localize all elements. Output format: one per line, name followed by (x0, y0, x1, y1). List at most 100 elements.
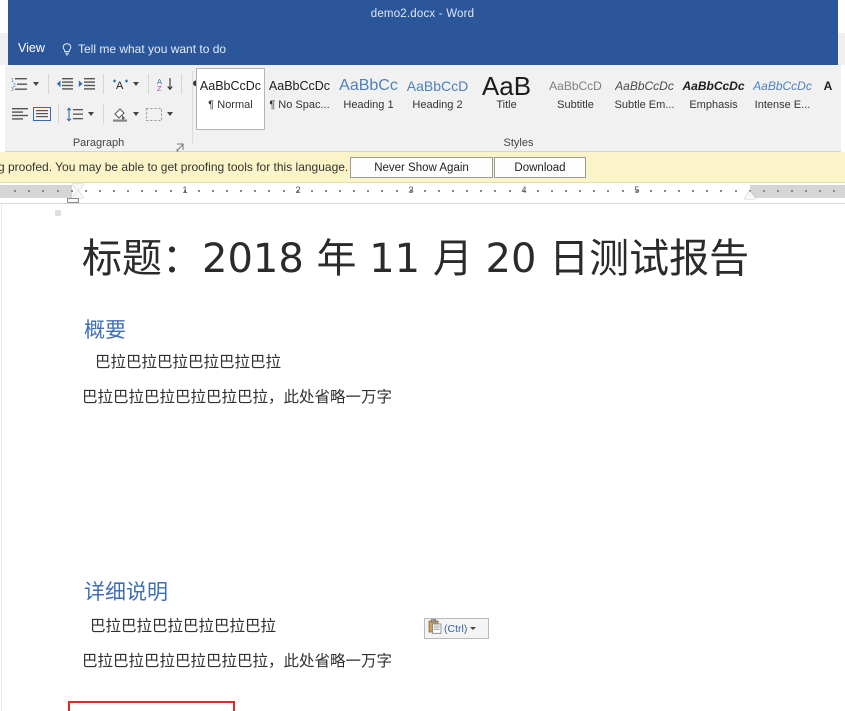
message-bar-text: g proofed. You may be able to get proofi… (0, 160, 349, 174)
ribbon-tab-strip: View Tell me what you want to do (0, 33, 845, 65)
style-item-subtitle[interactable]: AaBbCcD Subtitle (541, 68, 610, 130)
right-indent-marker[interactable] (744, 191, 756, 199)
tab-view[interactable]: View (18, 41, 45, 55)
decrease-indent-icon[interactable] (54, 72, 76, 96)
style-item-heading-1[interactable]: AaBbCc Heading 1 (334, 68, 403, 130)
style-preview: AaBbCcDc (753, 79, 812, 93)
justify-icon[interactable] (31, 102, 53, 126)
paragraph-group-label: Paragraph (72, 137, 125, 149)
ruler-tick (324, 190, 327, 192)
ruler-tick (663, 190, 666, 192)
style-preview: AaBbCcDc (682, 79, 745, 93)
ruler-tick (579, 190, 582, 192)
style-preview: AaBbCcD (549, 79, 602, 93)
divider (103, 74, 104, 94)
ruler-margin-left (0, 185, 72, 198)
ruler-tick (197, 190, 200, 192)
ruler-tick (706, 190, 709, 192)
style-preview: AaBbCc (339, 77, 398, 94)
ruler-number: 5 (634, 185, 640, 196)
tell-me-search[interactable]: Tell me what you want to do (62, 42, 226, 56)
style-item-heading-2[interactable]: AaBbCcD Heading 2 (403, 68, 472, 130)
ruler-tick (395, 190, 398, 192)
line-spacing-icon[interactable] (64, 102, 86, 126)
ruler-tick (762, 190, 765, 192)
style-preview: AaBbCcDc (615, 79, 674, 93)
left-indent-marker[interactable] (67, 198, 79, 203)
ribbon: 1 2 3 A A Z Paragraph AaBbCcDc ¶ Normal … (0, 65, 845, 152)
first-line-indent-marker[interactable] (72, 184, 84, 191)
ruler-tick (127, 190, 130, 192)
shading-dropdown-icon[interactable] (133, 112, 139, 116)
style-preview: A (823, 79, 833, 93)
style-item-more[interactable]: A (817, 68, 839, 130)
horizontal-ruler[interactable]: 1 2 3 4 5 (0, 183, 845, 204)
divider (58, 104, 59, 124)
ruler-tick (776, 190, 779, 192)
multilevel-list-dropdown-icon[interactable] (33, 82, 39, 86)
ruler-tick (56, 190, 59, 192)
style-item-subtle-em[interactable]: AaBbCcDc Subtle Em... (610, 68, 679, 130)
ruler-tick (466, 190, 469, 192)
line-spacing-dropdown-icon[interactable] (88, 112, 94, 116)
multilevel-list-icon[interactable]: 1 2 3 (9, 72, 31, 96)
ruler-tick (226, 190, 228, 192)
paragraph-dialog-launcher-icon[interactable] (176, 139, 185, 152)
divider (48, 74, 49, 94)
ruler-tick (113, 190, 115, 192)
overview-line-2: 巴拉巴拉巴拉巴拉巴拉巴拉，此处省略一万字 (82, 388, 393, 406)
style-label: Subtle Em... (614, 99, 675, 111)
tell-me-label: Tell me what you want to do (78, 42, 227, 56)
never-show-again-button[interactable]: Never Show Again (350, 157, 493, 178)
chinese-layout-dropdown-icon[interactable] (133, 82, 139, 86)
ruler-tick (452, 190, 454, 192)
style-label: Emphasis (689, 99, 738, 111)
ruler-number: 1 (182, 185, 188, 196)
ruler-tick (734, 190, 737, 192)
hanging-indent-marker[interactable] (72, 191, 84, 198)
style-item-emphasis[interactable]: AaBbCcDc Emphasis (679, 68, 748, 130)
svg-text:A: A (116, 80, 124, 92)
style-label: Title (496, 99, 517, 111)
ruler-tick (84, 190, 87, 192)
style-item-intense-e[interactable]: AaBbCcDc Intense E... (748, 68, 817, 130)
chinese-layout-icon[interactable]: A (109, 72, 131, 96)
document-title: 标题：2018 年 11 月 20 日测试报告 (82, 236, 750, 282)
ruler-number: 2 (295, 185, 301, 196)
styles-gallery[interactable]: AaBbCcDc ¶ Normal AaBbCcDc ¶ No Spac... AaBb… (196, 68, 839, 130)
borders-dropdown-icon[interactable] (167, 112, 173, 116)
style-preview: AaBbCcD (406, 78, 469, 94)
paste-options-smart-tag[interactable]: (Ctrl) (424, 618, 489, 639)
ruler-tick (310, 190, 313, 192)
proofing-message-bar: g proofed. You may be able to get proofi… (0, 152, 845, 183)
ruler-tick (805, 190, 808, 192)
download-button[interactable]: Download (494, 157, 586, 178)
ruler-tick (494, 190, 497, 192)
style-item-no-spac[interactable]: AaBbCcDc ¶ No Spac... (265, 68, 334, 130)
styles-group-label: Styles (503, 137, 534, 149)
paste-tag-dropdown-icon[interactable] (470, 627, 477, 630)
style-label: Heading 2 (412, 99, 463, 111)
style-item-normal[interactable]: AaBbCcDc ¶ Normal (196, 68, 265, 130)
sort-icon[interactable]: A Z (154, 72, 176, 96)
details-line-2: 巴拉巴拉巴拉巴拉巴拉巴拉，此处省略一万字 (82, 652, 393, 670)
document-page[interactable]: 标题：2018 年 11 月 20 日测试报告 概要 巴拉巴拉巴拉巴拉巴拉巴拉 … (0, 204, 845, 711)
paragraph-row-2 (9, 101, 177, 127)
ruler-tick (508, 190, 511, 192)
ruler-tick (98, 190, 101, 192)
ruler-tick (593, 190, 596, 192)
borders-icon[interactable] (143, 102, 165, 126)
paragraph-row-1: 1 2 3 A A Z (9, 71, 209, 97)
divider (181, 74, 182, 94)
style-item-title[interactable]: AaB Title (472, 68, 541, 130)
ruler-tick (381, 190, 384, 192)
increase-indent-icon[interactable] (76, 72, 98, 96)
ruler-tick (268, 190, 271, 192)
ruler-tick (14, 190, 17, 192)
heading-details: 详细说明 (84, 580, 168, 604)
shading-icon[interactable] (109, 102, 131, 126)
word-window: demo2.docx - Word View Tell me what you … (0, 0, 845, 711)
paste-tag-label: (Ctrl) (444, 622, 468, 635)
align-left-icon[interactable] (9, 102, 31, 126)
ribbon-group-divider (192, 71, 193, 143)
